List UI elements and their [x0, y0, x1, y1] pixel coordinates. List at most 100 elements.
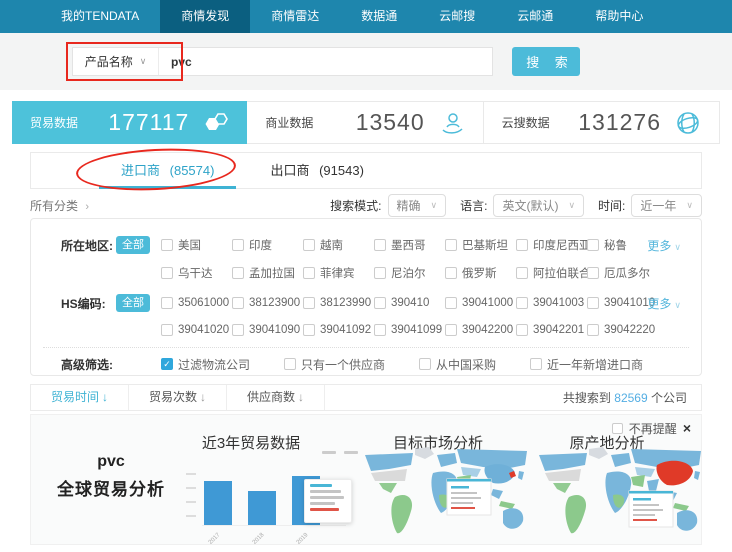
language-group: 语言: 英文(默认) ∨ — [460, 194, 584, 217]
hs-code-checkbox[interactable]: 38123900 — [232, 297, 303, 309]
nav-item-help-center[interactable]: 帮助中心 — [574, 0, 664, 33]
hs-code-checkbox[interactable]: 38123990 — [303, 297, 374, 309]
stat-trade-data[interactable]: 贸易数据 177117 — [12, 101, 247, 144]
advanced-checkbox-new-importers[interactable]: 近一年新增进口商 — [530, 356, 643, 373]
region-checkbox[interactable]: 印度尼西亚 — [516, 237, 587, 253]
tab-importers[interactable]: 进口商 (85574) — [93, 153, 242, 188]
region-checkbox[interactable]: 巴基斯坦 — [445, 237, 516, 253]
tab-exporters[interactable]: 出口商 (91543) — [242, 153, 391, 188]
chevron-down-icon: ∨ — [140, 56, 147, 67]
stat-business-data[interactable]: 商业数据 13540 — [247, 101, 483, 144]
region-checkbox[interactable]: 尼泊尔 — [374, 265, 445, 281]
close-icon[interactable]: × — [683, 423, 691, 434]
advanced-checkbox-buy-from-china[interactable]: 从中国采购 — [419, 356, 496, 373]
nav-item-cloud-mail[interactable]: 云邮通 — [496, 0, 574, 33]
bar-year2[interactable] — [248, 491, 276, 525]
result-prefix: 共搜索到 — [563, 391, 611, 405]
hs-code-checkbox[interactable]: 35061000 — [161, 297, 232, 309]
more-label: 更多 — [647, 239, 671, 253]
region-checkbox[interactable]: 菲律宾 — [303, 265, 374, 281]
search-category-select[interactable]: 产品名称 ∨ — [73, 48, 159, 75]
stat-label: 贸易数据 — [30, 114, 78, 131]
sort-by-trade-count[interactable]: 贸易次数↓ — [129, 385, 227, 410]
globe-icon — [675, 110, 701, 136]
advanced-filter-label: 高级筛选: — [61, 356, 113, 373]
business-person-icon — [439, 110, 465, 136]
trade-3y-bar-chart[interactable]: 2017 2018 2019 — [176, 451, 366, 543]
hs-code-checkbox[interactable]: 39041020 — [161, 324, 232, 336]
checkbox-icon — [516, 267, 528, 279]
hs-code-all-button[interactable]: 全部 — [116, 294, 150, 312]
region-checkbox[interactable]: 孟加拉国 — [232, 265, 303, 281]
hs-code-filter-label: HS编码: — [61, 295, 106, 312]
map-tooltip — [447, 479, 491, 515]
region-checkbox[interactable]: 阿拉伯联合... — [516, 265, 587, 281]
hs-code-checkbox[interactable]: 39042220 — [587, 324, 658, 336]
region-checkbox[interactable]: 乌干达 — [161, 265, 232, 281]
bar-year1[interactable] — [204, 481, 232, 525]
checkbox-icon — [419, 358, 431, 370]
language-select[interactable]: 英文(默认) ∨ — [493, 194, 584, 217]
filter-panel: 所在地区: 全部 美国 印度 越南 墨西哥 巴基斯坦 印度尼西亚 秘鲁 更多∨ … — [30, 218, 702, 376]
arrow-down-icon: ↓ — [298, 390, 304, 404]
nav-item-data-link[interactable]: 数据通 — [340, 0, 418, 33]
search-category-label: 产品名称 — [85, 53, 133, 70]
checkbox-icon — [232, 297, 244, 309]
checkbox-icon — [587, 239, 599, 251]
checkbox-label: 厄瓜多尔 — [604, 265, 650, 281]
stat-cloud-search-data[interactable]: 云搜数据 131276 — [484, 101, 720, 144]
checkbox-label: 秘鲁 — [604, 237, 627, 253]
sort-by-trade-time[interactable]: 贸易时间↓ — [31, 385, 129, 410]
checkbox-label: 38123990 — [320, 297, 371, 309]
nav-item-business-discovery[interactable]: 商情发现 — [160, 0, 250, 33]
region-checkbox[interactable]: 越南 — [303, 237, 374, 253]
region-checkbox[interactable]: 美国 — [161, 237, 232, 253]
language-label: 语言: — [460, 197, 487, 214]
search-result-count: 共搜索到 82569 个公司 — [563, 389, 701, 406]
x-label: 2018 — [252, 532, 266, 546]
sort-label: 供应商数 — [247, 390, 295, 404]
hs-code-checkbox[interactable]: 39042200 — [445, 324, 516, 336]
hs-code-checkbox[interactable]: 39041090 — [232, 324, 303, 336]
checkbox-icon — [303, 267, 315, 279]
dotted-divider — [43, 347, 689, 348]
target-market-map[interactable] — [359, 445, 531, 541]
region-checkbox[interactable]: 墨西哥 — [374, 237, 445, 253]
hs-code-checkbox[interactable]: 39041099 — [374, 324, 445, 336]
region-checkbox[interactable]: 厄瓜多尔 — [587, 265, 658, 281]
time-select[interactable]: 近一年 ∨ — [631, 194, 702, 217]
advanced-checkbox-filter-logistics[interactable]: 过滤物流公司 — [161, 356, 250, 373]
chevron-down-icon: ∨ — [674, 242, 681, 252]
nav-item-cloud-mail-search[interactable]: 云邮搜 — [418, 0, 496, 33]
checkbox-label: 菲律宾 — [320, 265, 355, 281]
region-more-link[interactable]: 更多∨ — [647, 237, 681, 254]
search-mode-select[interactable]: 精确 ∨ — [388, 194, 447, 217]
checkbox-icon — [232, 267, 244, 279]
hs-code-more-link[interactable]: 更多∨ — [647, 295, 681, 312]
hs-code-checkbox[interactable]: 39042201 — [516, 324, 587, 336]
hs-code-checkbox[interactable]: 39041092 — [303, 324, 374, 336]
sort-by-supplier-count[interactable]: 供应商数↓ — [227, 385, 325, 410]
hs-code-checkbox[interactable]: 39041003 — [516, 297, 587, 309]
checkbox-icon — [303, 324, 315, 336]
advanced-checkbox-single-supplier[interactable]: 只有一个供应商 — [284, 356, 385, 373]
checkbox-label: 39041000 — [462, 297, 513, 309]
hs-code-checkbox[interactable]: 390410 — [374, 297, 445, 309]
region-filter-label: 所在地区: — [61, 237, 113, 254]
region-checkbox[interactable]: 印度 — [232, 237, 303, 253]
region-all-button[interactable]: 全部 — [116, 236, 150, 254]
nav-item-my-tendata[interactable]: 我的TENDATA — [40, 0, 160, 33]
search-button[interactable]: 搜 索 — [512, 47, 580, 76]
options-row: 所有分类 › 搜索模式: 精确 ∨ 语言: 英文(默认) ∨ 时间: — [30, 192, 702, 218]
hs-code-checkbox[interactable]: 39041000 — [445, 297, 516, 309]
breadcrumb[interactable]: 所有分类 › — [30, 197, 89, 214]
result-suffix: 个公司 — [651, 391, 687, 405]
search-input[interactable] — [159, 48, 492, 75]
tab-label: 进口商 — [121, 163, 160, 178]
region-checkbox[interactable]: 俄罗斯 — [445, 265, 516, 281]
molecule-icon — [203, 110, 229, 136]
nav-item-business-radar[interactable]: 商情雷达 — [250, 0, 340, 33]
origin-map[interactable] — [533, 445, 705, 541]
result-number: 82569 — [614, 391, 647, 405]
checkbox-icon — [587, 297, 599, 309]
